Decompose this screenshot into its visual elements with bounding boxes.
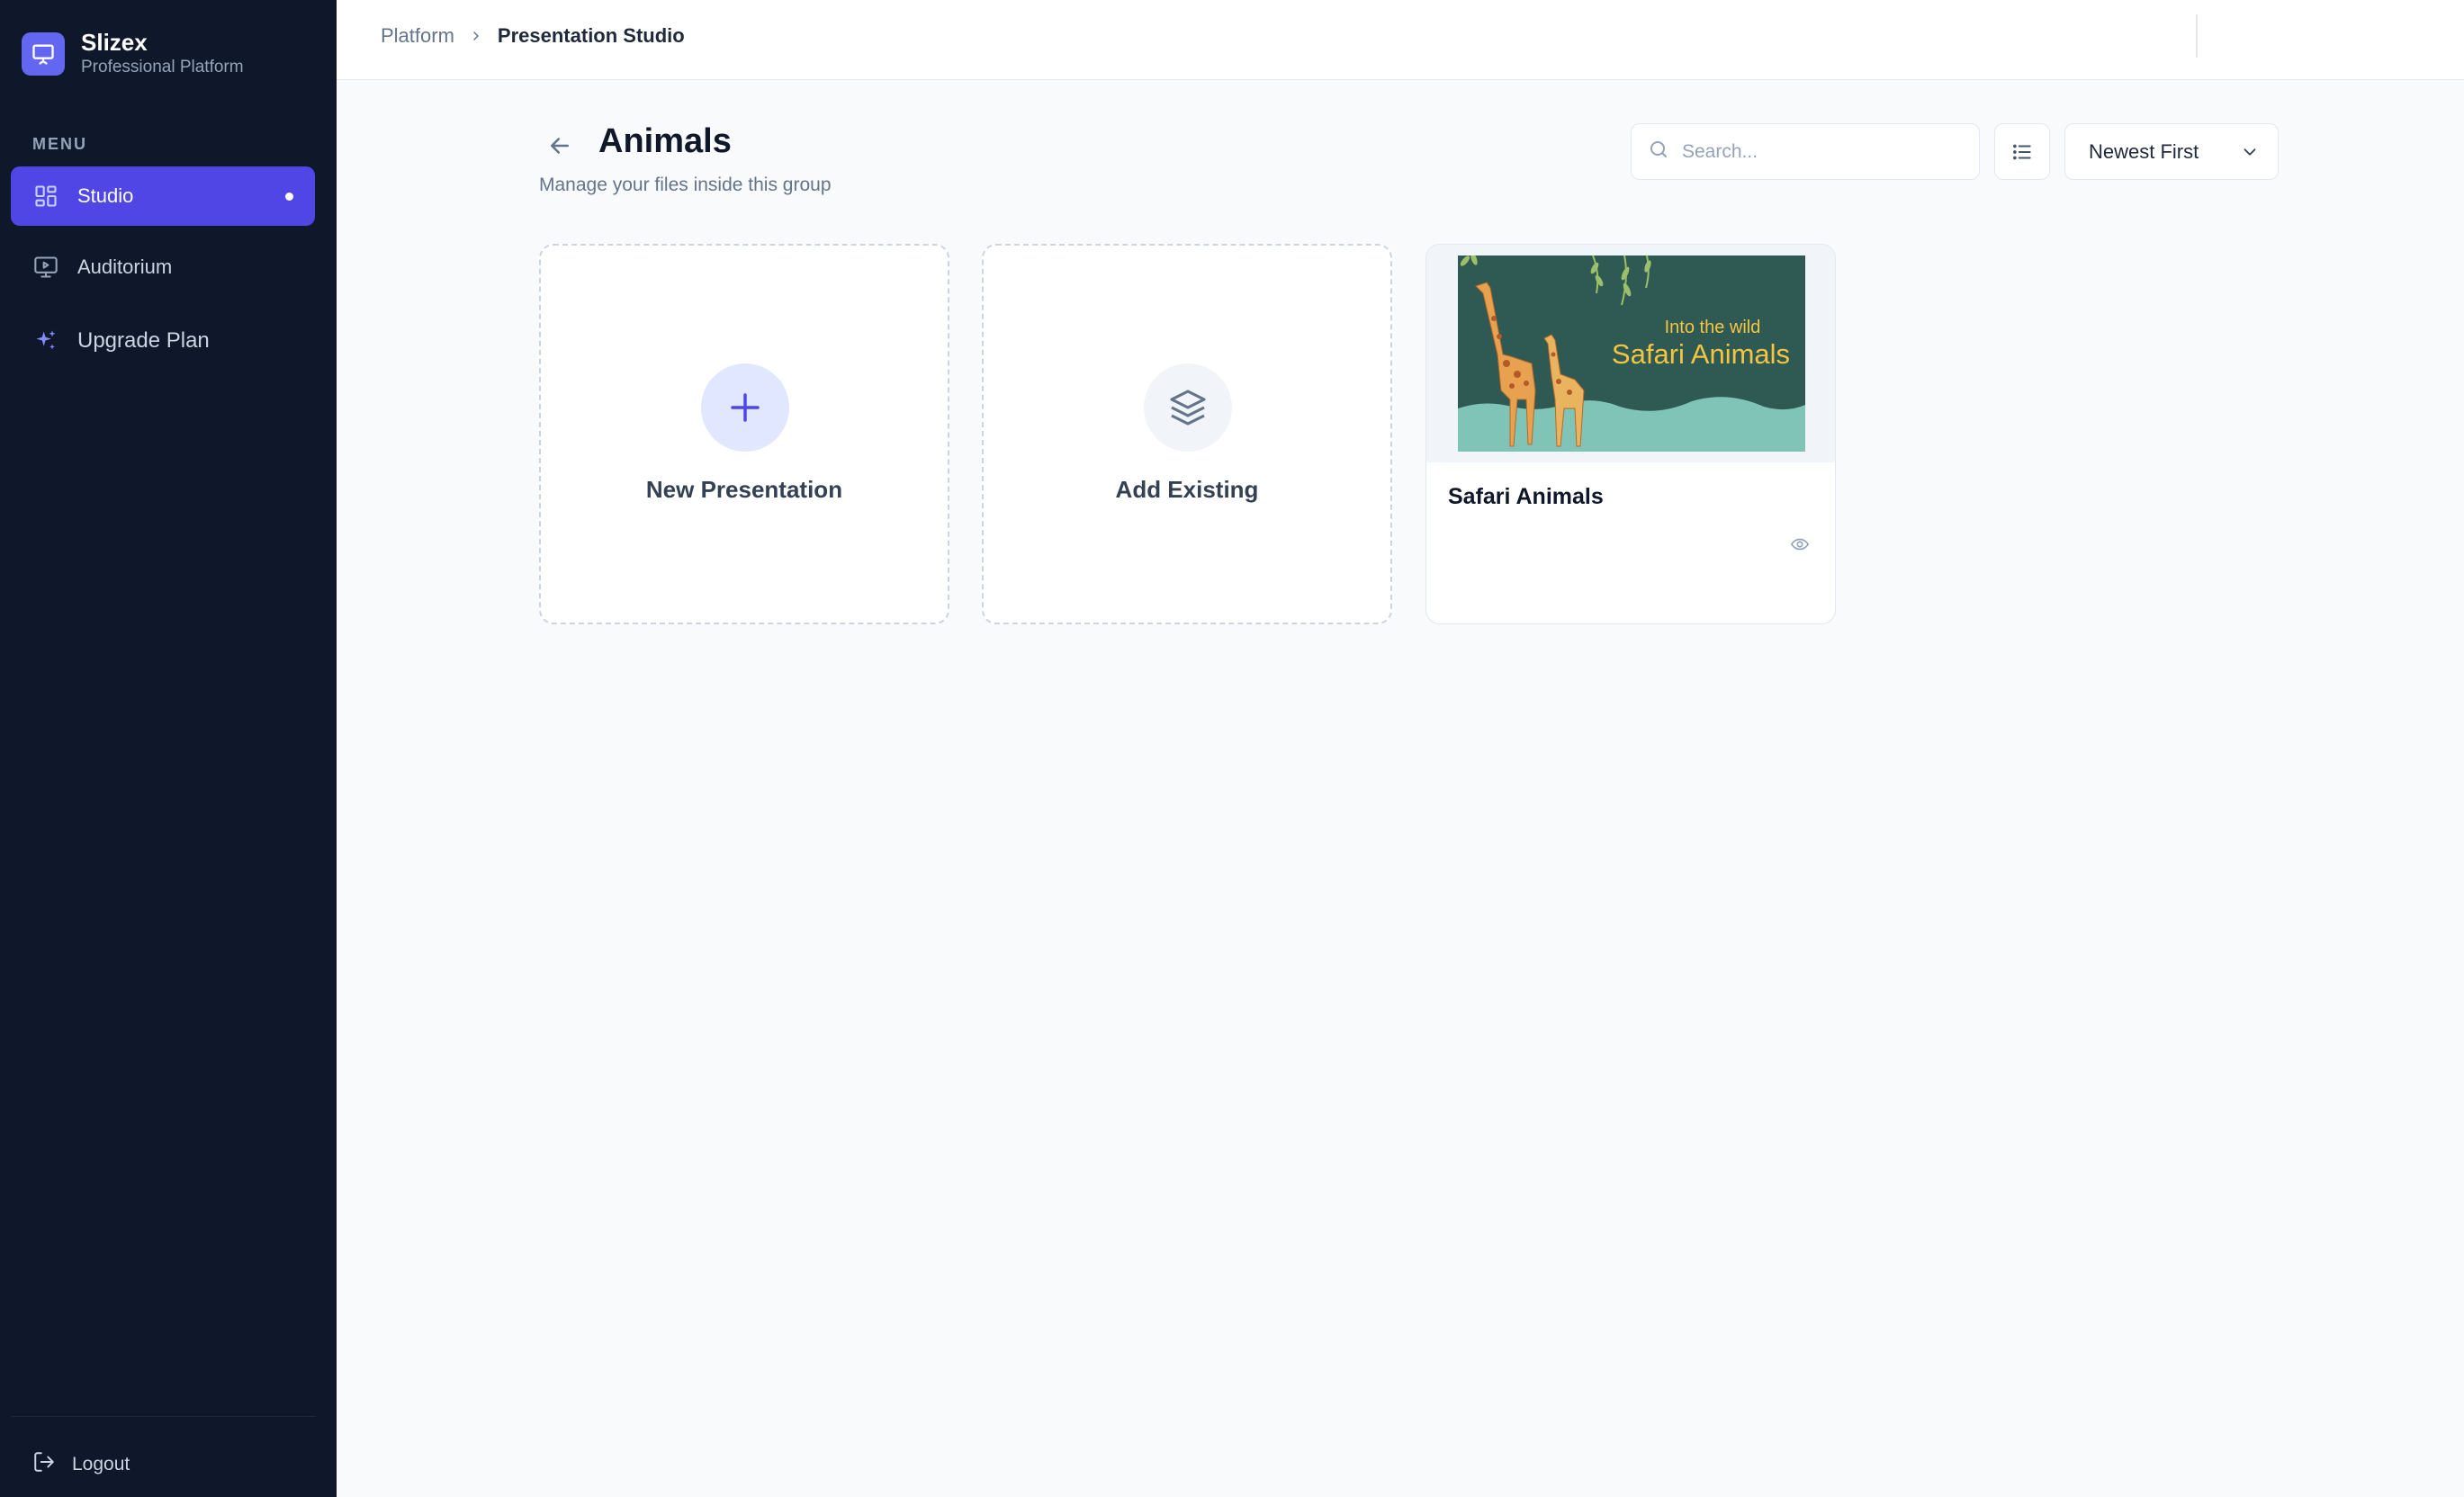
logout-icon bbox=[32, 1450, 56, 1479]
presentation-card[interactable]: Into the wild Safari Animals Safari Anim… bbox=[1425, 244, 1836, 624]
sidebar-item-label: Upgrade Plan bbox=[77, 328, 210, 353]
chevron-right-icon bbox=[469, 29, 483, 43]
breadcrumb-platform-link[interactable]: Platform bbox=[381, 24, 454, 48]
page-title: Animals bbox=[598, 122, 732, 160]
search-icon bbox=[1648, 139, 1669, 165]
presentation-thumbnail[interactable]: Into the wild Safari Animals bbox=[1458, 255, 1805, 452]
brand-name: Slizex bbox=[81, 29, 148, 56]
presentation-title: Safari Animals bbox=[1448, 484, 1604, 509]
search-box[interactable] bbox=[1631, 123, 1980, 180]
add-existing-card[interactable]: Add Existing bbox=[982, 244, 1392, 624]
presentation-logo-icon bbox=[22, 32, 65, 76]
new-presentation-label: New Presentation bbox=[645, 476, 843, 503]
topbar: Platform Presentation Studio bbox=[337, 0, 2464, 80]
layers-icon bbox=[1144, 363, 1232, 452]
eye-icon[interactable] bbox=[1790, 534, 1810, 559]
sparkles-icon bbox=[32, 327, 59, 354]
sort-selected-value: Newest First bbox=[2089, 139, 2199, 163]
search-input[interactable] bbox=[1682, 140, 1952, 163]
new-presentation-card[interactable]: New Presentation bbox=[539, 244, 949, 624]
chevron-down-icon bbox=[2240, 142, 2260, 167]
grid-icon bbox=[32, 183, 59, 210]
logout-label: Logout bbox=[72, 1454, 130, 1475]
sort-dropdown[interactable]: Newest First bbox=[2064, 123, 2279, 180]
presentation-screen-icon bbox=[32, 254, 59, 281]
brand-subtitle: Professional Platform bbox=[81, 58, 244, 76]
sidebar-item-studio[interactable]: Studio bbox=[11, 166, 315, 226]
arrow-left-icon bbox=[551, 138, 569, 154]
list-icon bbox=[2013, 144, 2031, 159]
sidebar: Slizex Professional Platform MENU Studio… bbox=[0, 0, 337, 1497]
sidebar-item-upgrade-plan[interactable]: Upgrade Plan bbox=[11, 311, 315, 371]
menu-label: MENU bbox=[32, 135, 87, 153]
sidebar-item-label: Studio bbox=[77, 184, 134, 207]
add-existing-label: Add Existing bbox=[1115, 476, 1259, 503]
sidebar-item-auditorium[interactable]: Auditorium bbox=[11, 238, 315, 297]
active-indicator-dot bbox=[285, 193, 293, 201]
breadcrumb-current: Presentation Studio bbox=[497, 24, 685, 47]
brand[interactable]: Slizex Professional Platform bbox=[22, 29, 244, 79]
logout-button[interactable]: Logout bbox=[32, 1450, 130, 1479]
back-button[interactable] bbox=[544, 130, 576, 162]
sidebar-item-label: Auditorium bbox=[77, 255, 173, 278]
page-subtitle: Manage your files inside this group bbox=[539, 175, 832, 195]
thumbnail-kicker: Into the wild bbox=[1665, 318, 1761, 337]
list-view-button[interactable] bbox=[1994, 123, 2050, 180]
thumbnail-title: Safari Animals bbox=[1612, 338, 1790, 370]
breadcrumb: Platform Presentation Studio bbox=[381, 24, 685, 48]
sidebar-divider bbox=[11, 1416, 315, 1417]
plus-icon bbox=[701, 363, 789, 452]
thumbnail-area: Into the wild Safari Animals bbox=[1426, 245, 1835, 462]
topbar-divider bbox=[2196, 14, 2198, 58]
